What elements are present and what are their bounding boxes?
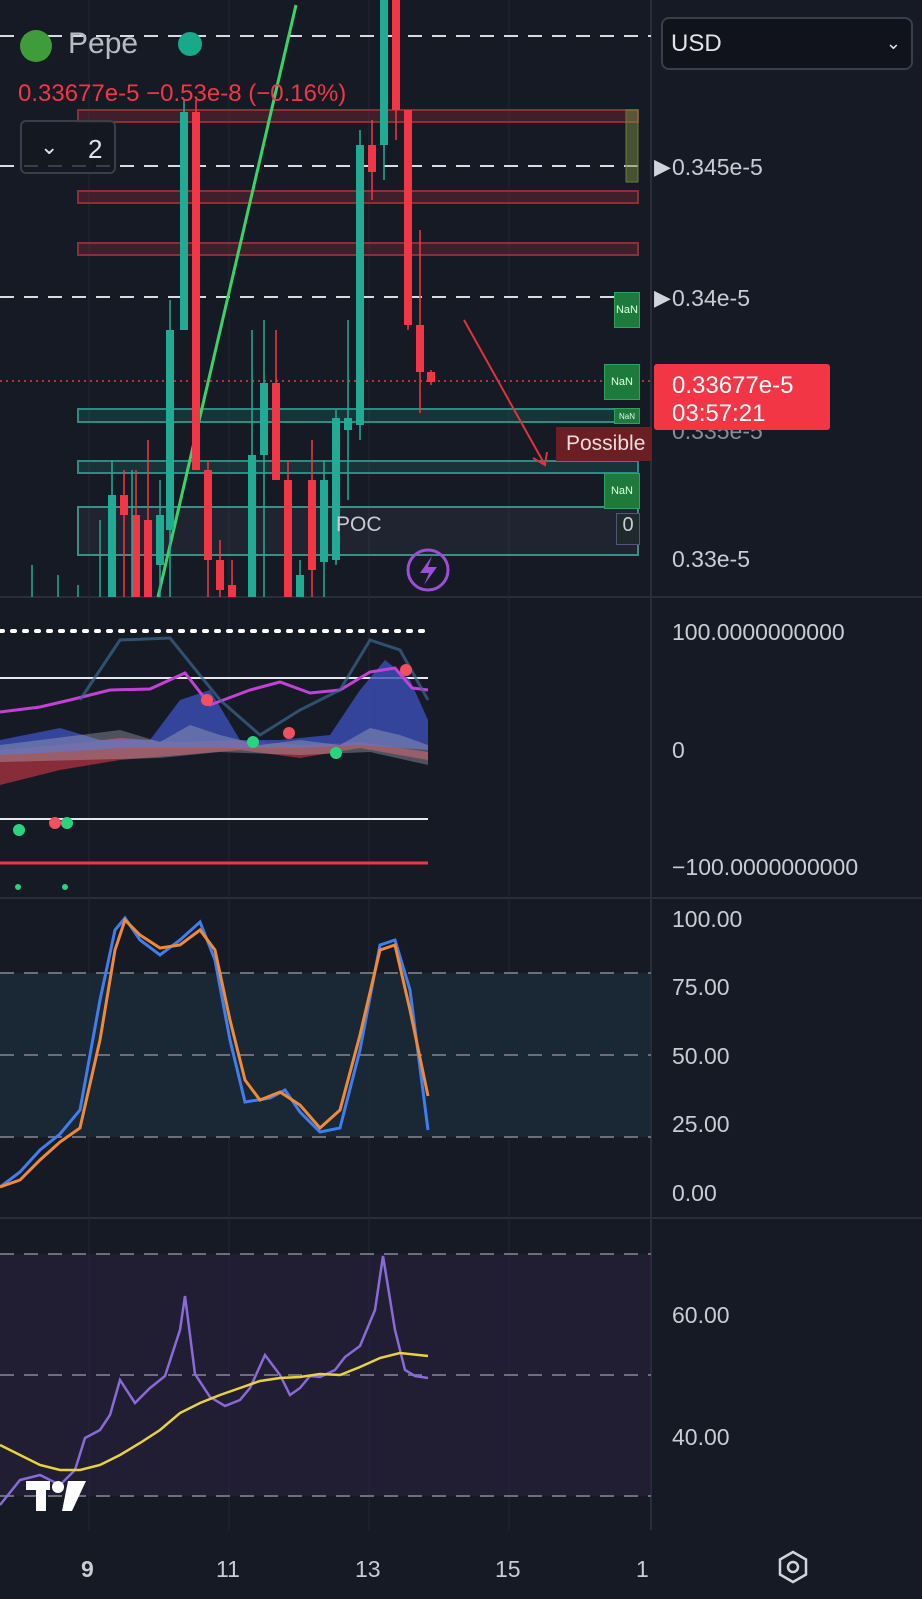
time-label: 1 bbox=[636, 1556, 649, 1582]
hexagon-settings-icon[interactable] bbox=[776, 1550, 810, 1584]
rsi-axis-label: 40.00 bbox=[672, 1424, 730, 1450]
poc-value: 0 bbox=[616, 513, 640, 545]
currency-select[interactable]: USD ⌄ bbox=[661, 17, 913, 70]
symbol-name[interactable]: Pepe bbox=[68, 27, 138, 61]
alert-marker-icon: ▶ bbox=[654, 285, 671, 310]
candle-body bbox=[216, 560, 224, 590]
chevron-down-icon: ⌄ bbox=[885, 33, 901, 53]
candle-body bbox=[120, 495, 128, 515]
tradingview-logo bbox=[24, 1477, 90, 1513]
alert-marker-icon: ▶ bbox=[654, 154, 671, 179]
price-label: 0.33e-5 bbox=[672, 546, 751, 572]
nan-label: NaN bbox=[604, 473, 640, 509]
candle-body bbox=[404, 110, 412, 325]
candle-body bbox=[308, 480, 316, 570]
time-label: 13 bbox=[355, 1556, 381, 1582]
candle-body bbox=[416, 325, 424, 372]
stoch-axis-label: 0.00 bbox=[672, 1180, 717, 1206]
candle-body bbox=[248, 455, 256, 597]
indicator-count: 2 bbox=[88, 134, 103, 164]
candle-body bbox=[156, 515, 164, 565]
osc-axis-top: 100.0000000000 bbox=[672, 619, 845, 645]
candle-body bbox=[132, 515, 140, 597]
poc-label: POC bbox=[336, 513, 382, 536]
time-label: 15 bbox=[495, 1556, 521, 1582]
rsi-axis-label: 60.00 bbox=[672, 1302, 730, 1328]
candle-body bbox=[392, 0, 400, 110]
candle-body bbox=[180, 112, 188, 330]
quote-value: 0.33677e-5 −0.53e-8 (−0.16%) bbox=[18, 80, 347, 107]
time-label: 11 bbox=[216, 1556, 240, 1582]
bar-countdown: 03:57:21 bbox=[672, 400, 766, 427]
price-label: 0.34e-5 bbox=[672, 285, 751, 311]
candle-body bbox=[427, 372, 435, 382]
candle-body bbox=[108, 495, 116, 597]
candle-body bbox=[332, 418, 340, 560]
chart-canvas[interactable] bbox=[0, 0, 922, 1599]
chart-app: Pepe 0.33677e-5 −0.53e-8 (−0.16%) ⌄ 2 US… bbox=[0, 0, 922, 1599]
candle-body bbox=[296, 575, 304, 597]
price-label: 0.345e-5 bbox=[672, 154, 763, 180]
candle-body bbox=[272, 383, 280, 480]
last-price-value: 0.33677e-5 bbox=[672, 372, 794, 399]
time-label: 9 bbox=[81, 1556, 94, 1582]
stoch-axis-label: 25.00 bbox=[672, 1111, 730, 1137]
possible-label: Possible bbox=[556, 427, 652, 461]
osc-axis-mid: 0 bbox=[672, 737, 685, 763]
nan-label: NaN bbox=[614, 292, 640, 328]
candle-body bbox=[192, 112, 200, 470]
stoch-axis-label: 75.00 bbox=[672, 974, 730, 1000]
projection-arrow bbox=[463, 319, 546, 466]
nan-label: NaN bbox=[604, 364, 640, 400]
nan-label: NaN bbox=[614, 408, 640, 424]
market-status-dot bbox=[178, 32, 202, 56]
last-price-badge: 0.33677e-5 03:57:21 bbox=[654, 364, 830, 430]
osc-axis-bottom: −100.0000000000 bbox=[672, 854, 859, 880]
indicators-toggle[interactable]: ⌄ 2 bbox=[20, 120, 116, 174]
candle-body bbox=[144, 520, 152, 597]
candle-body bbox=[368, 145, 376, 172]
candle-body bbox=[228, 585, 236, 597]
chevron-down-icon: ⌄ bbox=[40, 134, 59, 159]
stoch-axis-label: 100.00 bbox=[672, 906, 743, 932]
candle-body bbox=[166, 330, 174, 530]
candle-body bbox=[320, 480, 328, 562]
candle-body bbox=[356, 145, 364, 425]
candle-body bbox=[380, 0, 388, 145]
candle-body bbox=[260, 383, 268, 455]
zone-side-box bbox=[625, 109, 639, 183]
candle-body bbox=[204, 470, 212, 560]
candle-body bbox=[344, 418, 352, 430]
currency-value: USD bbox=[671, 30, 722, 57]
stoch-axis-label: 50.00 bbox=[672, 1043, 730, 1069]
pepe-frog-icon bbox=[20, 30, 52, 62]
candle-body bbox=[284, 480, 292, 597]
